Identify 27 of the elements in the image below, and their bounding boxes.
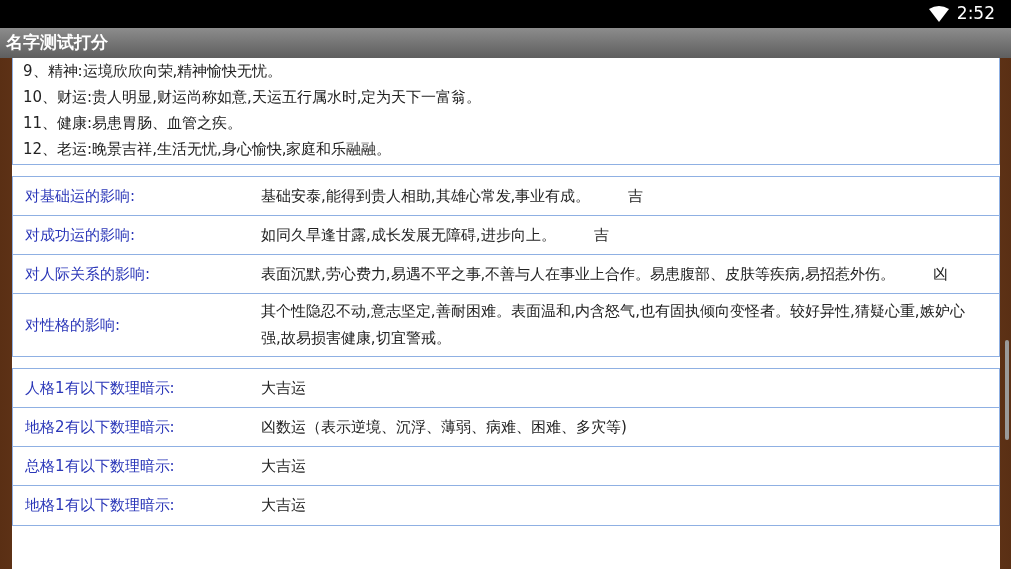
row-label: 地格1有以下数理暗示:: [25, 496, 175, 515]
row-description: 如同久旱逢甘露,成长发展无障碍,进步向上。: [261, 225, 556, 244]
row-description: 大吉运: [261, 456, 306, 475]
row-description: 大吉运: [261, 378, 306, 397]
scrollbar-thumb[interactable]: [1005, 340, 1009, 440]
row-description: 大吉运: [261, 496, 306, 514]
row-label: 地格2有以下数理暗示:: [25, 417, 175, 436]
row-description: 表面沉默,劳心费力,易遇不平之事,不善与人在事业上合作。易患腹部、皮肤等疾病,易招惹外伤。: [261, 264, 896, 283]
verdict-text: 吉: [593, 225, 609, 244]
wifi-icon: [928, 6, 949, 22]
summary-line: 9、精神:运境欣欣向荣,精神愉快无忧。: [23, 61, 284, 82]
summary-line: 11、健康:易患胃肠、血管之疾。: [23, 113, 244, 134]
verdict-text: 吉: [628, 186, 644, 205]
row-label: 人格1有以下数理暗示:: [25, 378, 175, 397]
summary-line: 12、老运:晚景吉祥,生活无忧,身心愉快,家庭和乐融融。: [23, 139, 393, 160]
row-label: 对基础运的影响:: [25, 186, 136, 205]
app-title: 名字测试打分: [6, 31, 108, 55]
row-description: 其个性隐忍不动,意志坚定,善耐困难。表面温和,内含怒气,也有固执倾向变怪者。较好异性,猜疑心重,嫉妒心强,故易损害健康,切宜警戒。: [261, 302, 965, 347]
row-description: 基础安泰,能得到贵人相助,其雄心常发,事业有成。: [261, 186, 591, 205]
clock-time: 2:52: [956, 2, 995, 26]
verdict-text: 凶: [933, 264, 949, 283]
row-label: 对性格的影响:: [25, 315, 121, 334]
row-label: 对成功运的影响:: [25, 225, 136, 244]
summary-line: 10、财运:贵人明显,财运尚称如意,天运五行属水时,定为天下一富翁。: [23, 87, 483, 108]
row-label: 对人际关系的影响:: [25, 264, 151, 283]
row-description: 凶数运（表示逆境、沉浮、薄弱、病难、困难、多灾等): [261, 417, 627, 436]
row-label: 总格1有以下数理暗示:: [25, 456, 175, 475]
